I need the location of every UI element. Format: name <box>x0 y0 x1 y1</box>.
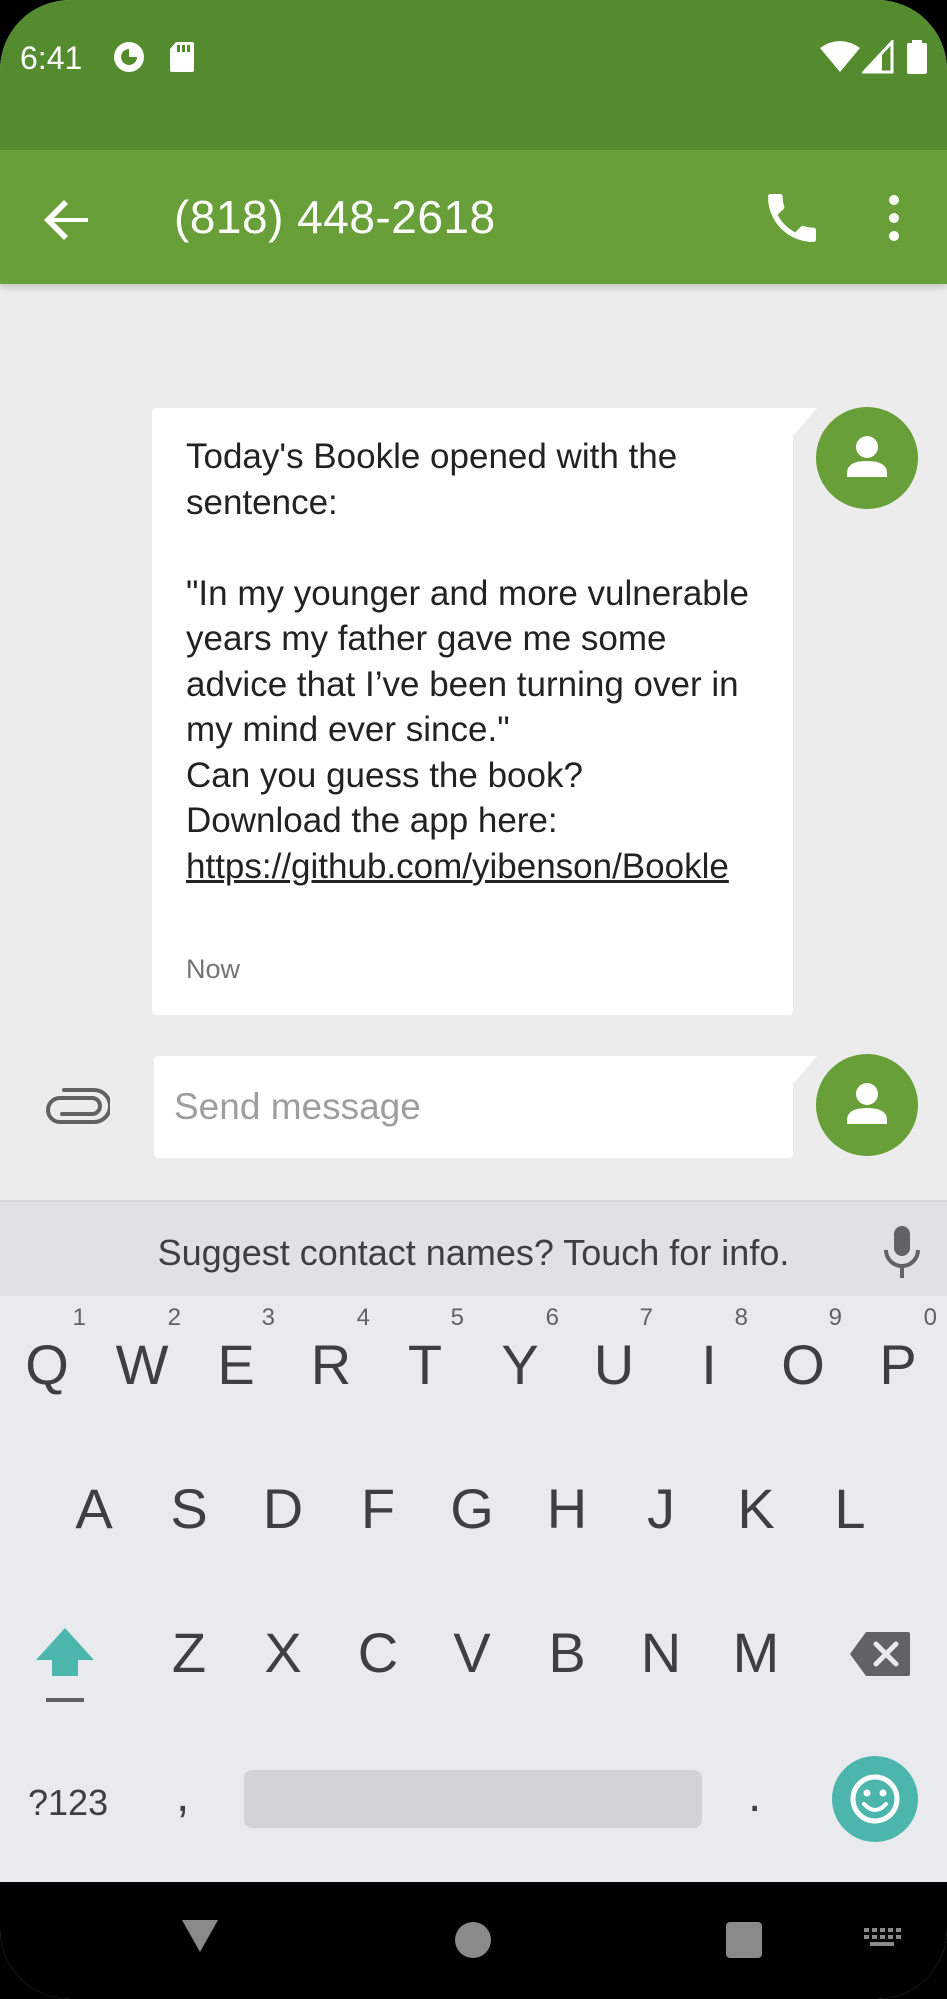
battery-icon <box>907 40 927 74</box>
period-key[interactable]: . <box>748 1768 761 1823</box>
suggestion-bar[interactable]: Suggest contact names? Touch for info. <box>0 1200 947 1296</box>
phone-icon[interactable] <box>760 186 824 250</box>
key-s[interactable]: S <box>142 1440 236 1570</box>
key-w[interactable]: W2 <box>95 1296 189 1426</box>
space-bar[interactable] <box>244 1770 702 1828</box>
message-body: Today's Bookle opened with the sentence:… <box>186 437 750 840</box>
key-r[interactable]: R4 <box>284 1296 378 1426</box>
key-p[interactable]: P0 <box>851 1296 945 1426</box>
phone-screen: 6:41 (818) 448-2618 Today's Bookle opene… <box>0 0 947 1999</box>
navigation-bar <box>0 1882 947 1999</box>
suggestion-text[interactable]: Suggest contact names? Touch for info. <box>0 1232 947 1274</box>
message-link[interactable]: https://github.com/yibenson/Bookle <box>186 847 729 886</box>
key-h[interactable]: H <box>520 1440 614 1570</box>
nav-recents-icon[interactable] <box>726 1922 762 1958</box>
smiley-icon <box>850 1774 900 1824</box>
key-k[interactable]: K <box>709 1440 803 1570</box>
key-y[interactable]: Y6 <box>473 1296 567 1426</box>
key-m[interactable]: M <box>709 1584 803 1714</box>
contact-avatar[interactable] <box>816 407 918 509</box>
key-q[interactable]: Q1 <box>0 1296 94 1426</box>
more-vert-icon[interactable] <box>862 186 926 250</box>
sd-card-icon <box>170 42 194 72</box>
key-l[interactable]: L <box>803 1440 897 1570</box>
key-j[interactable]: J <box>614 1440 708 1570</box>
key-o[interactable]: O9 <box>756 1296 850 1426</box>
key-v[interactable]: V <box>425 1584 519 1714</box>
nav-back-icon[interactable] <box>176 1916 224 1956</box>
comma-key[interactable]: , <box>176 1768 189 1823</box>
key-f[interactable]: F <box>331 1440 425 1570</box>
message-timestamp: Now <box>186 954 241 984</box>
key-d[interactable]: D <box>236 1440 330 1570</box>
app-bar: (818) 448-2618 <box>0 150 947 284</box>
cellular-signal-icon <box>862 40 894 74</box>
nav-home-icon[interactable] <box>455 1922 491 1958</box>
status-bar: 6:41 <box>0 0 947 150</box>
paperclip-icon[interactable] <box>44 1080 110 1130</box>
status-time: 6:41 <box>20 40 83 76</box>
key-b[interactable]: B <box>520 1584 614 1714</box>
self-avatar[interactable] <box>816 1054 918 1156</box>
shift-icon[interactable] <box>30 1620 100 1710</box>
key-x[interactable]: X <box>236 1584 330 1714</box>
key-t[interactable]: T5 <box>378 1296 472 1426</box>
backspace-icon[interactable] <box>848 1630 912 1678</box>
keyboard-switch-icon[interactable] <box>862 1924 902 1954</box>
microphone-icon[interactable] <box>880 1224 924 1280</box>
sync-app-icon <box>114 42 144 72</box>
compose-message-input[interactable]: Send message <box>154 1056 817 1158</box>
emoji-key[interactable] <box>832 1756 918 1842</box>
contact-title: (818) 448-2618 <box>174 191 496 243</box>
message-text: Today's Bookle opened with the sentence:… <box>186 434 776 889</box>
wifi-icon <box>820 41 860 72</box>
key-a[interactable]: A <box>47 1440 141 1570</box>
soft-keyboard: Suggest contact names? Touch for info. Q… <box>0 1200 947 1882</box>
person-icon <box>847 436 887 477</box>
key-c[interactable]: C <box>331 1584 425 1714</box>
key-z[interactable]: Z <box>142 1584 236 1714</box>
key-e[interactable]: E3 <box>189 1296 283 1426</box>
key-i[interactable]: I8 <box>662 1296 756 1426</box>
person-icon <box>847 1083 887 1124</box>
key-u[interactable]: U7 <box>567 1296 661 1426</box>
key-n[interactable]: N <box>614 1584 708 1714</box>
arrow-back-icon[interactable] <box>36 188 100 252</box>
symbols-key[interactable]: ?123 <box>28 1782 108 1824</box>
message-bubble[interactable]: Today's Bookle opened with the sentence:… <box>152 408 817 1015</box>
key-g[interactable]: G <box>425 1440 519 1570</box>
